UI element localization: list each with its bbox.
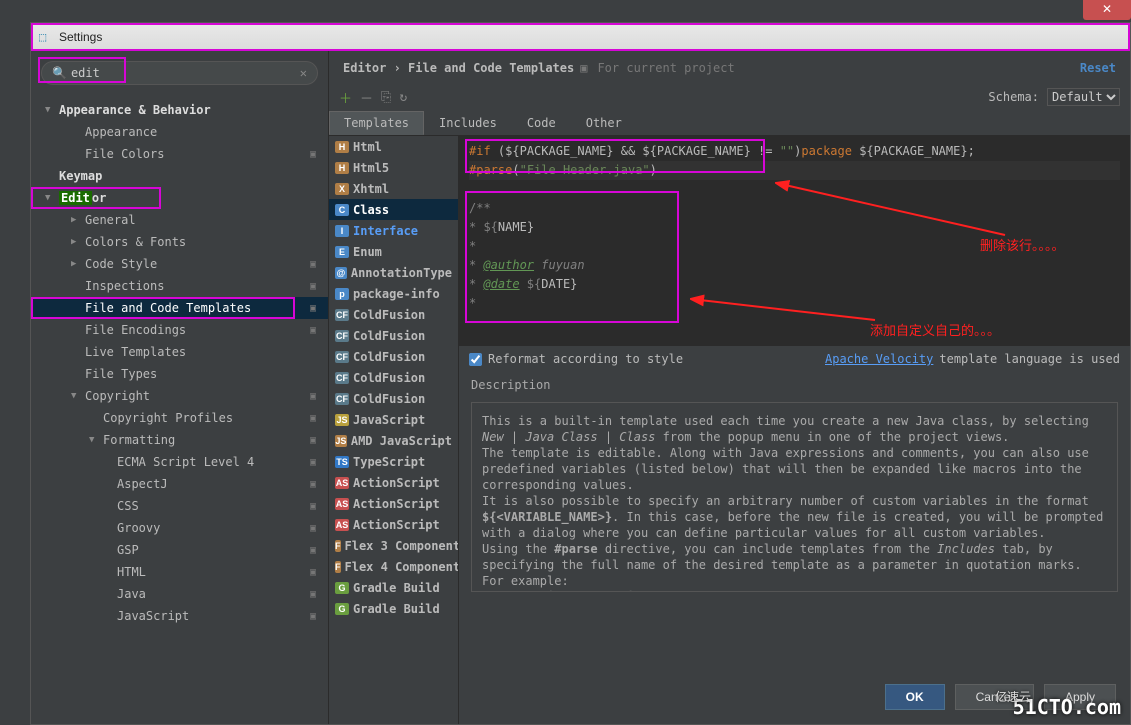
- tree-item[interactable]: Copyright Profiles▣: [31, 407, 328, 429]
- template-item[interactable]: CFColdFusion: [329, 367, 458, 388]
- tree-item[interactable]: ▶General: [31, 209, 328, 231]
- settings-dialog: ⬚ Settings 🔍 ✕ ▼Appearance & BehaviorApp…: [30, 22, 1131, 725]
- tree-item[interactable]: Appearance: [31, 121, 328, 143]
- template-item[interactable]: JSJavaScript: [329, 409, 458, 430]
- tab[interactable]: Other: [571, 111, 637, 135]
- template-item[interactable]: FFlex 4 Component: [329, 556, 458, 577]
- tree-item[interactable]: JavaScript▣: [31, 605, 328, 627]
- tree-item[interactable]: ▶Code Style▣: [31, 253, 328, 275]
- template-item[interactable]: ASActionScript: [329, 472, 458, 493]
- template-item[interactable]: ASActionScript: [329, 514, 458, 535]
- tree-item[interactable]: HTML▣: [31, 561, 328, 583]
- template-item[interactable]: @AnnotationType: [329, 262, 458, 283]
- tree-item[interactable]: ▼Formatting▣: [31, 429, 328, 451]
- tree-item[interactable]: Groovy▣: [31, 517, 328, 539]
- template-item[interactable]: CFColdFusion: [329, 346, 458, 367]
- tree-item[interactable]: Inspections▣: [31, 275, 328, 297]
- sidebar: 🔍 ✕ ▼Appearance & BehaviorAppearanceFile…: [31, 51, 329, 724]
- template-item[interactable]: GGradle Build: [329, 598, 458, 619]
- template-item[interactable]: CClass: [329, 199, 458, 220]
- velocity-link[interactable]: Apache Velocity: [825, 352, 933, 366]
- template-item[interactable]: CFColdFusion: [329, 304, 458, 325]
- tree-item[interactable]: ▼Editor: [31, 187, 328, 209]
- template-item[interactable]: CFColdFusion: [329, 325, 458, 346]
- options-row: Reformat according to style Apache Veloc…: [459, 346, 1130, 372]
- template-item[interactable]: ASActionScript: [329, 493, 458, 514]
- tree-item[interactable]: GSP▣: [31, 539, 328, 561]
- description-box: This is a built-in template used each ti…: [471, 402, 1118, 592]
- tab[interactable]: Includes: [424, 111, 512, 135]
- template-item[interactable]: ppackage-info: [329, 283, 458, 304]
- tree-item[interactable]: File Colors▣: [31, 143, 328, 165]
- app-icon: ⬚: [39, 30, 53, 44]
- template-item[interactable]: HHtml: [329, 136, 458, 157]
- tree-item[interactable]: ▶Colors & Fonts: [31, 231, 328, 253]
- titlebar: ⬚ Settings: [31, 23, 1130, 51]
- toolbar: ＋ － ⎘ ↻ Schema: Default: [329, 85, 1130, 109]
- editor-panel: #if (${PACKAGE_NAME} && ${PACKAGE_NAME} …: [459, 136, 1130, 724]
- search-box[interactable]: 🔍 ✕: [41, 61, 318, 85]
- template-item[interactable]: TSTypeScript: [329, 451, 458, 472]
- tab[interactable]: Templates: [329, 111, 424, 135]
- tree-item[interactable]: Live Templates: [31, 341, 328, 363]
- template-item[interactable]: IInterface: [329, 220, 458, 241]
- template-item[interactable]: XXhtml: [329, 178, 458, 199]
- add-icon[interactable]: ＋: [339, 88, 352, 107]
- main-panel: Editor › File and Code Templates ▣ For c…: [329, 51, 1130, 724]
- template-item[interactable]: CFColdFusion: [329, 388, 458, 409]
- tree-item[interactable]: File Encodings▣: [31, 319, 328, 341]
- search-icon: 🔍: [52, 66, 67, 80]
- description-label: Description: [459, 372, 1130, 398]
- template-item[interactable]: FFlex 3 Component: [329, 535, 458, 556]
- reformat-checkbox[interactable]: [469, 353, 482, 366]
- clear-icon[interactable]: ✕: [300, 66, 307, 80]
- tree-item[interactable]: ▼Appearance & Behavior: [31, 99, 328, 121]
- tree-item[interactable]: Java▣: [31, 583, 328, 605]
- template-item[interactable]: JSAMD JavaScript: [329, 430, 458, 451]
- tree-item[interactable]: ▼Copyright▣: [31, 385, 328, 407]
- copy-icon[interactable]: ⎘: [381, 90, 391, 105]
- tree-item[interactable]: CSS▣: [31, 495, 328, 517]
- search-input[interactable]: [71, 66, 300, 80]
- schema-select[interactable]: Default: [1047, 88, 1120, 106]
- remove-icon[interactable]: －: [360, 88, 373, 107]
- breadcrumb: Editor › File and Code Templates ▣ For c…: [329, 51, 1130, 85]
- settings-tree: ▼Appearance & BehaviorAppearanceFile Col…: [31, 95, 328, 724]
- tab[interactable]: Code: [512, 111, 571, 135]
- tree-item[interactable]: ECMA Script Level 4▣: [31, 451, 328, 473]
- tree-item[interactable]: AspectJ▣: [31, 473, 328, 495]
- watermark-2: 亿速云: [995, 688, 1031, 705]
- tree-item[interactable]: File Types: [31, 363, 328, 385]
- tree-item[interactable]: File and Code Templates▣: [31, 297, 328, 319]
- tabs: TemplatesIncludesCodeOther: [329, 111, 1130, 136]
- close-button[interactable]: ✕: [1083, 0, 1131, 20]
- ok-button[interactable]: OK: [885, 684, 945, 710]
- code-editor[interactable]: #if (${PACKAGE_NAME} && ${PACKAGE_NAME} …: [459, 136, 1130, 346]
- template-list: HHtmlHHtml5XXhtmlCClassIInterfaceEEnum@A…: [329, 136, 459, 724]
- refresh-icon[interactable]: ↻: [399, 90, 407, 105]
- template-item[interactable]: HHtml5: [329, 157, 458, 178]
- template-item[interactable]: GGradle Build: [329, 577, 458, 598]
- reset-link[interactable]: Reset: [1080, 61, 1116, 75]
- window-title: Settings: [59, 30, 102, 44]
- template-item[interactable]: EEnum: [329, 241, 458, 262]
- tree-item[interactable]: Keymap: [31, 165, 328, 187]
